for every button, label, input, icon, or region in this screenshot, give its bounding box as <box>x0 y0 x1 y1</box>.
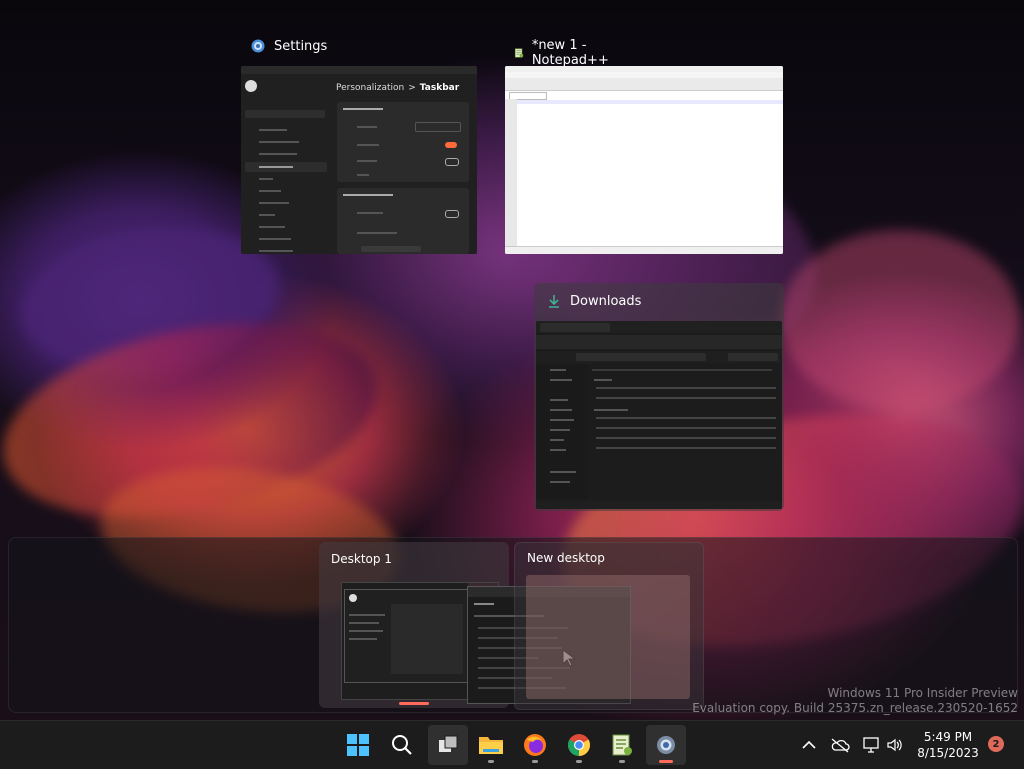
notepadpp-icon <box>612 734 632 756</box>
network-icon <box>863 737 879 753</box>
toggle-off <box>445 158 459 166</box>
search-button[interactable] <box>382 725 422 765</box>
firefox-button[interactable] <box>515 725 555 765</box>
settings-nav <box>245 126 327 254</box>
settings-window-title: Settings <box>250 38 327 54</box>
settings-thumbnail: Personalization > Taskbar <box>241 66 477 254</box>
title-strip <box>241 66 477 74</box>
running-indicator <box>576 760 582 763</box>
toggle-on <box>445 142 457 148</box>
network-tray-button[interactable] <box>862 735 882 755</box>
taskbar-items-card <box>337 102 469 182</box>
toolbar <box>505 78 783 91</box>
downloads-window-title: Downloads <box>546 293 641 309</box>
new-desktop-placeholder <box>526 575 690 699</box>
file-list <box>592 367 780 497</box>
avatar <box>245 80 257 92</box>
notepadpp-window-title: *new 1 - Notepad++ <box>514 38 615 68</box>
clock-button[interactable]: 5:49 PM 8/15/2023 <box>910 729 986 761</box>
search-box <box>245 110 325 118</box>
cloud-off-icon <box>831 738 850 753</box>
new-desktop-card[interactable]: New desktop <box>514 542 704 710</box>
settings-button[interactable] <box>646 725 686 765</box>
taskbar <box>0 720 1024 769</box>
running-indicator <box>619 760 625 763</box>
clock-date: 8/15/2023 <box>917 746 979 760</box>
start-icon <box>347 734 369 756</box>
volume-tray-button[interactable] <box>885 735 905 755</box>
mini-settings-window <box>344 589 468 683</box>
status-bar <box>505 246 783 254</box>
file-explorer-icon <box>479 737 503 754</box>
firefox-icon <box>524 734 546 756</box>
line-gutter <box>505 99 517 246</box>
command-bar <box>536 335 782 349</box>
show-hidden-icons-button[interactable] <box>799 735 819 755</box>
watermark-line-2: Evaluation copy. Build 25375.zn_release.… <box>692 701 1018 715</box>
window-title-text: Settings <box>274 38 328 54</box>
notepadpp-thumbnail <box>505 66 783 254</box>
download-icon <box>549 295 559 308</box>
downloads-window-preview[interactable]: Downloads <box>534 283 784 511</box>
desktop-1-card[interactable]: Desktop 1 <box>319 542 631 708</box>
start-button[interactable] <box>338 725 378 765</box>
chevron-up-icon <box>802 740 816 749</box>
downloads-thumbnail <box>536 321 782 509</box>
search-icon <box>392 735 412 755</box>
breadcrumb-section: Personalization <box>336 83 405 93</box>
system-tray-card <box>337 188 469 254</box>
new-desktop-label: New desktop <box>527 551 605 565</box>
running-indicator <box>488 760 494 763</box>
status-bar <box>536 501 782 509</box>
onedrive-tray-button[interactable] <box>830 735 850 755</box>
breadcrumb: Personalization > Taskbar <box>336 83 459 93</box>
task-view-button[interactable] <box>428 725 468 765</box>
wallpaper-shape <box>780 230 1020 410</box>
nav-pane <box>536 365 588 499</box>
notification-badge[interactable]: 2 <box>988 736 1004 752</box>
notepadpp-button[interactable] <box>602 725 642 765</box>
chrome-icon <box>568 734 590 756</box>
window-title-text: Downloads <box>570 293 642 309</box>
clock-time: 5:49 PM <box>923 730 973 744</box>
breadcrumb-separator: > <box>408 83 416 93</box>
gear-icon <box>251 39 265 53</box>
speaker-icon <box>887 738 902 752</box>
address-bar <box>536 351 782 363</box>
task-view-icon <box>439 735 458 752</box>
settings-icon <box>657 736 675 754</box>
window-title-text: *new 1 - Notepad++ <box>531 38 609 68</box>
running-indicator <box>532 760 538 763</box>
active-desktop-indicator <box>399 702 429 705</box>
notepadpp-icon <box>514 48 524 58</box>
desktop-1-label: Desktop 1 <box>331 552 392 566</box>
watermark-line-1: Windows 11 Pro Insider Preview <box>827 686 1018 700</box>
active-app-indicator <box>659 760 673 763</box>
file-explorer-button[interactable] <box>471 725 511 765</box>
breadcrumb-page: Taskbar <box>419 83 460 93</box>
chrome-button[interactable] <box>559 725 599 765</box>
